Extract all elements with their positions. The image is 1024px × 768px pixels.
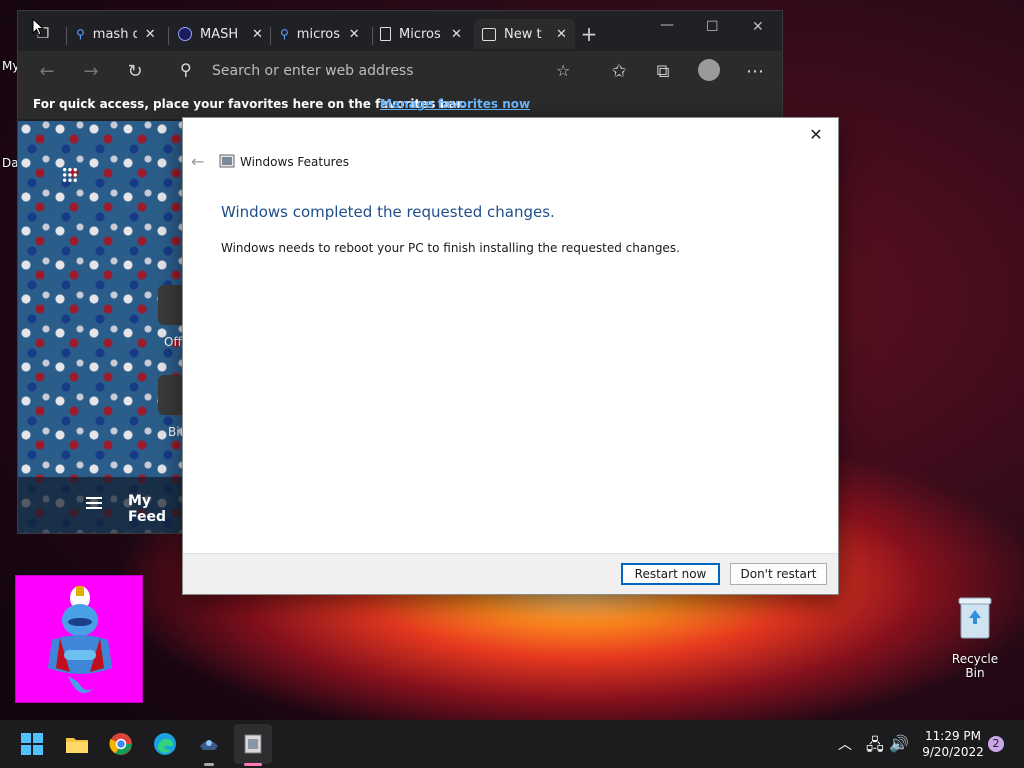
feed-bar: My Feed	[18, 477, 184, 533]
game-app-icon[interactable]	[197, 732, 221, 756]
close-icon[interactable]: ✕	[252, 27, 263, 42]
close-icon[interactable]: ✕	[349, 27, 360, 42]
new-tab-button[interactable]: +	[576, 21, 602, 47]
close-icon[interactable]: ✕	[451, 27, 462, 42]
dialog-heading: Windows completed the requested changes.	[221, 203, 555, 221]
windows-features-dialog: ✕ ← Windows Features Windows completed t…	[182, 117, 839, 595]
more-icon[interactable]: ⋯	[742, 59, 768, 85]
windows-features-icon	[219, 154, 235, 168]
search-icon: ⚲	[280, 27, 289, 41]
tab-label: micros	[296, 26, 341, 42]
recycle-bin-label: Recycle Bin	[951, 652, 999, 680]
newtab-icon	[482, 27, 496, 41]
dont-restart-button[interactable]: Don't restart	[730, 563, 827, 585]
volume-icon[interactable]: 🔊	[889, 734, 909, 753]
notification-badge[interactable]: 2	[988, 736, 1004, 752]
bing-tile[interactable]	[158, 375, 184, 415]
page-icon	[380, 27, 391, 41]
clock[interactable]: 11:29 PM 9/20/2022	[918, 728, 988, 760]
tab-mash-search[interactable]: ⚲ mash d ✕	[76, 19, 156, 49]
clock-date: 9/20/2022	[922, 745, 984, 759]
maximize-icon[interactable]: ☐	[706, 19, 719, 35]
tab-label: MASH	[200, 26, 239, 42]
tab-bar: ❐ ⚲ mash d ✕ MASH ✕ ⚲ micros ✕ Micros ✕ …	[18, 11, 782, 49]
menu-icon[interactable]	[86, 497, 102, 509]
tab-label: New t	[504, 26, 542, 42]
browser-toolbar: ← → ↻ ⚲ Search or enter web address ☆ ✩ …	[18, 51, 782, 91]
manage-favorites-link[interactable]: Manage favorites now	[380, 97, 530, 111]
clock-time: 11:29 PM	[925, 729, 981, 743]
refresh-icon[interactable]: ↻	[122, 59, 148, 85]
tab-microsoft-search[interactable]: ⚲ micros ✕	[280, 19, 360, 49]
genie-icon	[48, 586, 112, 694]
minimize-icon[interactable]: —	[660, 17, 674, 33]
dialog-title: Windows Features	[240, 155, 349, 169]
office-tile-label: Offi	[164, 335, 184, 349]
tab-microsoft-page[interactable]: Micros ✕	[380, 19, 462, 49]
mouse-cursor-icon	[32, 18, 44, 36]
dialog-body: Windows needs to reboot your PC to finis…	[221, 241, 680, 255]
address-bar[interactable]: ⚲ Search or enter web address ☆	[168, 56, 588, 86]
search-icon: ⚲	[180, 60, 192, 79]
close-icon[interactable]: ✕	[802, 122, 830, 148]
restart-now-button[interactable]: Restart now	[621, 563, 720, 585]
recycle-bin[interactable]: Recycle Bin	[944, 596, 1006, 680]
dialog-footer: Restart now Don't restart	[183, 553, 838, 594]
recycle-bin-icon	[958, 597, 992, 639]
window-close-icon[interactable]: ✕	[752, 19, 764, 35]
profile-avatar-icon[interactable]	[698, 59, 720, 81]
back-arrow-icon[interactable]: ←	[191, 152, 204, 171]
forward-icon[interactable]: →	[78, 59, 104, 85]
office-tile[interactable]	[158, 285, 184, 325]
search-icon: ⚲	[76, 27, 85, 41]
windows-features-icon	[244, 734, 262, 754]
tab-new-tab[interactable]: New t ✕	[474, 19, 575, 49]
windows-features-taskbar-button[interactable]	[234, 724, 272, 764]
close-icon[interactable]: ✕	[556, 27, 567, 42]
feed-label[interactable]: My Feed	[128, 493, 184, 525]
favorites-bar: For quick access, place your favorites h…	[18, 91, 782, 119]
close-icon[interactable]: ✕	[145, 27, 156, 42]
favorites-icon[interactable]: ✩	[606, 59, 632, 85]
network-icon[interactable]: 🖧	[866, 734, 884, 761]
apps-grid-icon[interactable]	[62, 167, 78, 183]
chevron-up-icon[interactable]: ︿	[838, 734, 852, 754]
genie-desktop-image[interactable]	[15, 575, 143, 703]
tab-label: mash d	[92, 26, 137, 42]
taskbar: ︿ 🖧 🔊 11:29 PM 9/20/2022	[0, 720, 1024, 768]
collections-icon[interactable]: ⧉	[650, 59, 676, 85]
add-favorite-icon[interactable]: ☆	[556, 61, 570, 80]
new-tab-page: Offi Bin My Feed	[18, 121, 184, 533]
chrome-icon[interactable]	[109, 732, 133, 756]
address-placeholder: Search or enter web address	[212, 63, 414, 79]
tab-mash[interactable]: MASH ✕	[178, 19, 263, 49]
file-explorer-icon[interactable]	[65, 732, 89, 756]
tab-label: Micros	[399, 26, 441, 42]
start-icon[interactable]	[20, 732, 44, 756]
back-icon[interactable]: ←	[34, 59, 60, 85]
edge-icon[interactable]	[153, 732, 177, 756]
mash-icon	[178, 27, 192, 41]
